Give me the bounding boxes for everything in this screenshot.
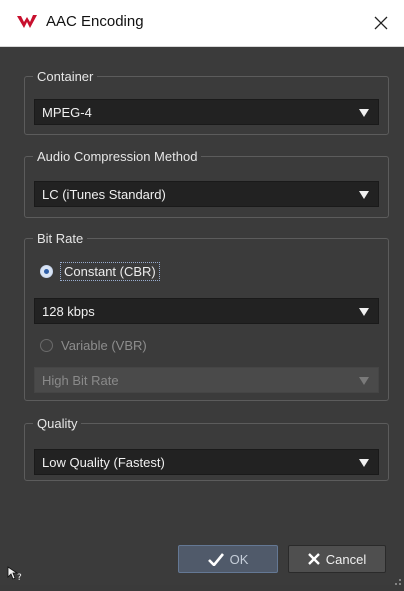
compression-select[interactable]: LC (iTunes Standard) xyxy=(34,181,379,207)
cancel-label: Cancel xyxy=(325,551,367,567)
resize-grip-icon[interactable] xyxy=(392,573,402,585)
variable-radio[interactable] xyxy=(40,338,53,352)
container-value: MPEG-4 xyxy=(42,105,92,120)
quality-value: Low Quality (Fastest) xyxy=(42,455,165,470)
dialog-body: Container MPEG-4 Audio Compression Metho… xyxy=(0,47,404,585)
variable-bitrate-value: High Bit Rate xyxy=(42,373,119,388)
dropdown-arrow-icon xyxy=(359,308,369,316)
constant-radio-option[interactable]: Constant (CBR) xyxy=(40,260,160,282)
compression-value: LC (iTunes Standard) xyxy=(42,187,166,202)
title-bar: AAC Encoding xyxy=(0,0,404,47)
container-select[interactable]: MPEG-4 xyxy=(34,99,379,125)
close-button[interactable] xyxy=(358,0,404,46)
app-logo-icon xyxy=(16,13,38,31)
ok-button[interactable]: OK xyxy=(178,545,278,573)
constant-bitrate-select[interactable]: 128 kbps xyxy=(34,298,379,324)
svg-text:?: ? xyxy=(17,573,22,581)
x-icon xyxy=(307,553,320,565)
quality-select[interactable]: Low Quality (Fastest) xyxy=(34,449,379,475)
cancel-button[interactable]: Cancel xyxy=(288,545,386,573)
dropdown-arrow-icon xyxy=(359,109,369,117)
constant-bitrate-value: 128 kbps xyxy=(42,304,95,319)
dropdown-arrow-icon xyxy=(359,191,369,199)
dropdown-arrow-icon xyxy=(359,377,369,385)
constant-radio-label[interactable]: Constant (CBR) xyxy=(60,261,160,281)
variable-radio-option[interactable]: Variable (VBR) xyxy=(40,334,147,356)
constant-radio[interactable] xyxy=(40,264,53,278)
ok-label: OK xyxy=(229,551,249,567)
variable-bitrate-select: High Bit Rate xyxy=(34,367,379,393)
compression-legend: Audio Compression Method xyxy=(37,149,198,164)
variable-radio-label[interactable]: Variable (VBR) xyxy=(61,338,147,353)
help-cursor-icon[interactable]: ? xyxy=(6,565,24,583)
dropdown-arrow-icon xyxy=(359,459,369,467)
window-title: AAC Encoding xyxy=(46,13,144,30)
bitrate-legend: Bit Rate xyxy=(37,231,84,246)
checkmark-icon xyxy=(207,552,224,566)
quality-legend: Quality xyxy=(37,416,78,431)
container-legend: Container xyxy=(37,69,94,84)
close-icon xyxy=(374,16,388,30)
